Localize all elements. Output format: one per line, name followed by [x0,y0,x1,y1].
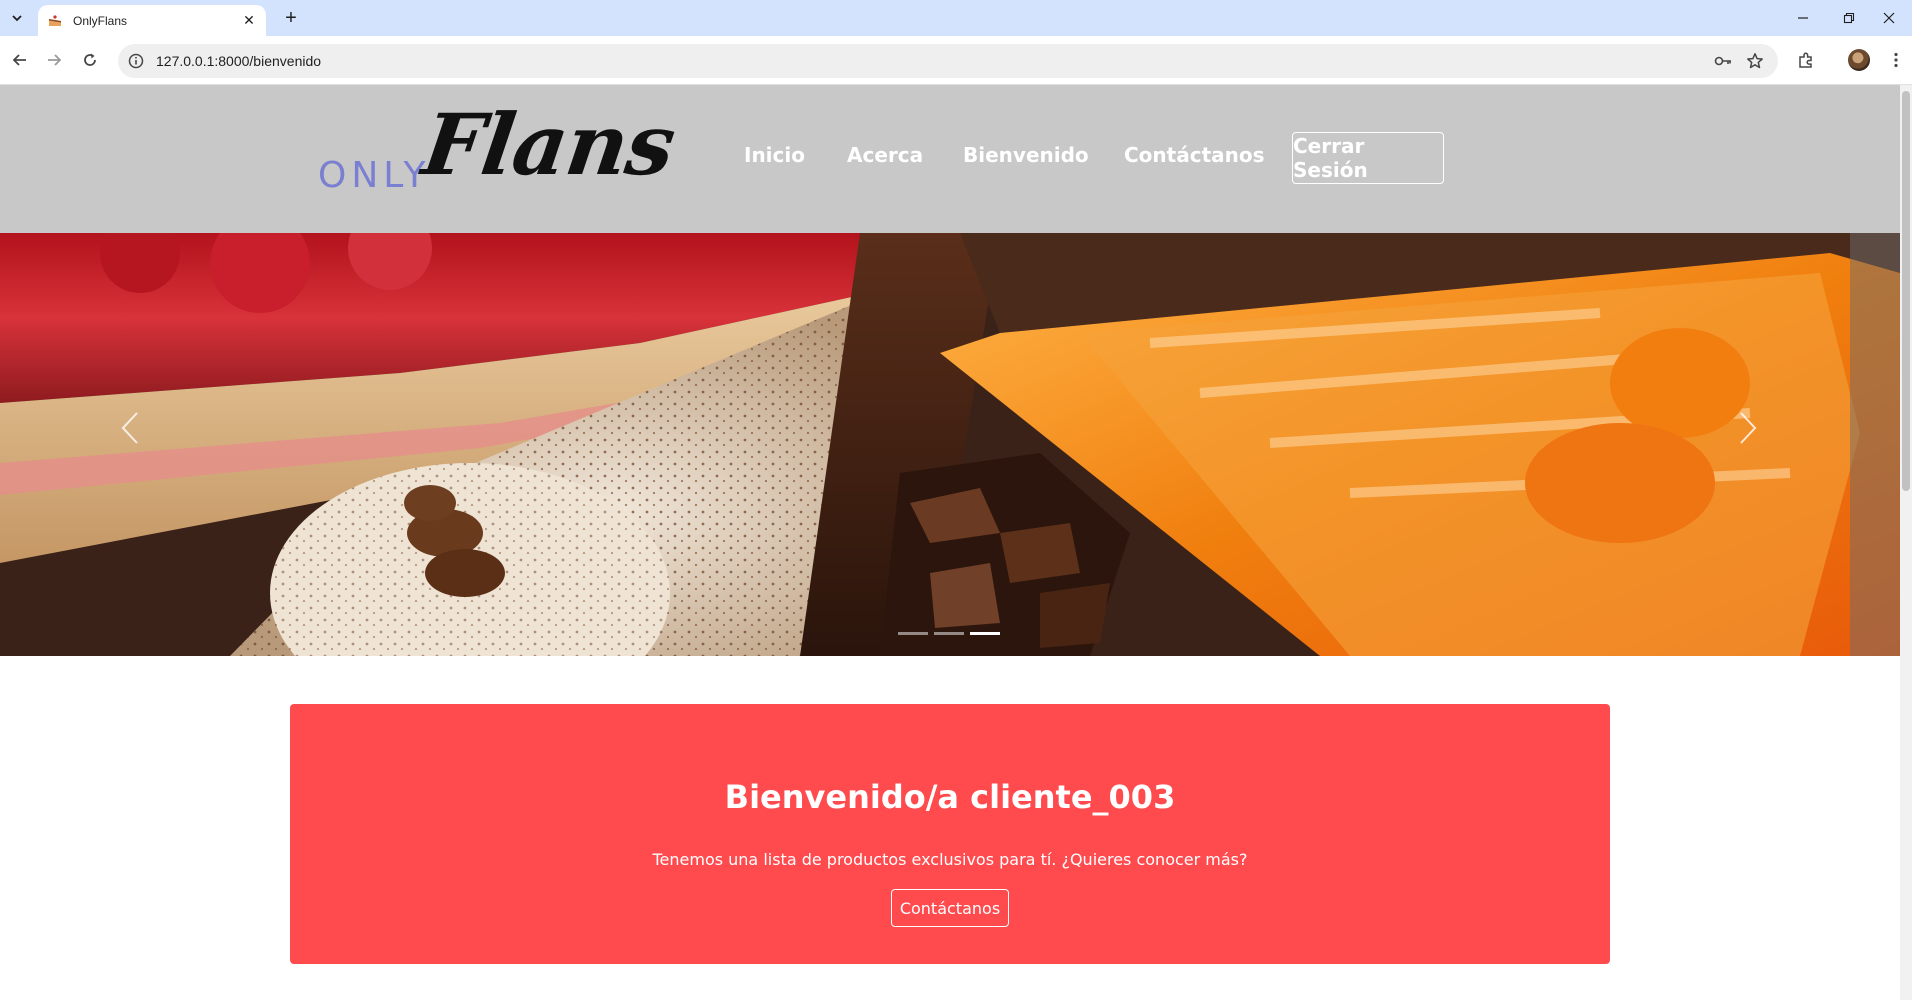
avatar[interactable] [1848,49,1870,71]
info-icon[interactable] [128,53,144,69]
logo-flans-text: Flans [417,95,681,194]
nav-contactanos[interactable]: Contáctanos [1124,143,1265,167]
reload-icon[interactable] [78,48,102,72]
site-navbar: ONLY Flans Inicio Acerca Bienvenido Cont… [0,85,1900,233]
carousel-indicator-3[interactable] [970,632,1000,635]
address-bar[interactable]: 127.0.0.1:8000/bienvenido [118,44,1778,78]
chevron-right-icon[interactable] [1738,411,1778,461]
contact-button[interactable]: Contáctanos [891,889,1009,927]
forward-icon[interactable] [42,48,66,72]
logout-button[interactable]: Cerrar Sesión [1292,132,1444,184]
carousel-indicator-2[interactable] [934,632,964,635]
site-logo[interactable]: ONLY Flans [318,95,693,209]
carousel-indicator-1[interactable] [898,632,928,635]
welcome-text: Tenemos una lista de productos exclusivo… [652,850,1248,869]
close-window-icon[interactable] [1866,0,1912,36]
tab-title: OnlyFlans [73,13,128,28]
browser-tab-strip: OnlyFlans ✕ + [0,0,1912,36]
carousel-indicators [898,632,1000,635]
extensions-icon[interactable] [1794,48,1818,72]
hero-carousel [0,233,1900,656]
logo-only-text: ONLY [318,155,431,196]
minimize-icon[interactable] [1780,0,1826,36]
cake-favicon-icon [49,14,61,26]
close-icon[interactable]: ✕ [240,12,258,30]
welcome-title: Bienvenido/a cliente_003 [724,778,1176,816]
key-icon[interactable] [1714,52,1732,70]
scrollbar-thumb[interactable] [1902,91,1910,491]
chevron-left-icon[interactable] [120,411,160,461]
page-scrollbar[interactable] [1900,85,1912,1000]
plus-icon[interactable]: + [280,7,302,29]
menu-dots-icon[interactable] [1884,48,1908,72]
back-icon[interactable] [8,48,32,72]
nav-bienvenido[interactable]: Bienvenido [963,143,1089,167]
nav-inicio[interactable]: Inicio [744,143,805,167]
browser-toolbar: 127.0.0.1:8000/bienvenido [0,36,1912,85]
star-icon[interactable] [1746,52,1764,70]
page-viewport: ONLY Flans Inicio Acerca Bienvenido Cont… [0,85,1900,1000]
browser-tab[interactable]: OnlyFlans ✕ [38,5,266,36]
nav-acerca[interactable]: Acerca [847,143,923,167]
tab-search-icon[interactable] [6,7,28,29]
url-text[interactable]: 127.0.0.1:8000/bienvenido [156,44,321,78]
hero-slide-image [0,233,1900,656]
welcome-card: Bienvenido/a cliente_003 Tenemos una lis… [290,704,1610,964]
